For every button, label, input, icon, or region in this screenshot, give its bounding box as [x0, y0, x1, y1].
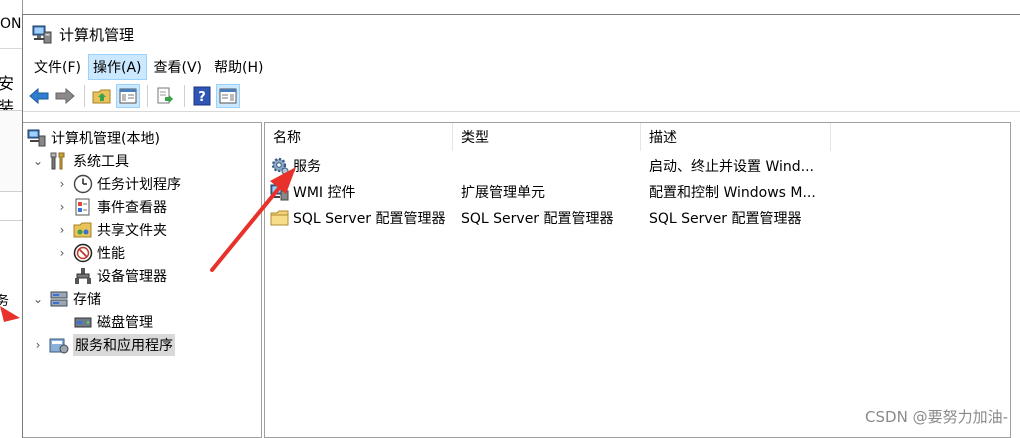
chevron-right-icon[interactable]: ›	[55, 177, 69, 191]
column-header-name[interactable]: 名称	[265, 123, 453, 151]
background-window: ON 安装 务	[0, 0, 23, 437]
device-manager-icon	[75, 268, 91, 284]
cell-name: SQL Server 配置管理器	[270, 205, 453, 231]
menu-action[interactable]: 操作(A)	[87, 54, 147, 80]
help-button[interactable]: ?	[190, 84, 214, 108]
background-window-title: ON	[0, 16, 22, 32]
tree-item-computer-management-local[interactable]: 计算机管理(本地)	[27, 127, 160, 149]
tree-item-event-viewer[interactable]: › 事件查看器	[55, 196, 167, 218]
tree-item-label: 共享文件夹	[97, 223, 167, 239]
toolbar: ?	[23, 81, 1020, 112]
console-tree: 计算机管理(本地) ⌄ 系统工具 › 任务计划程序 › 事件查看器 › 共享文件…	[23, 122, 262, 438]
chevron-right-icon[interactable]: ›	[55, 200, 69, 214]
list-header: 名称 类型 描述	[265, 123, 1010, 151]
tree-item-system-tools[interactable]: ⌄ 系统工具	[31, 150, 129, 172]
list-row-wmi-control[interactable]: WMI 控件 扩展管理单元 配置和控制 Windows M...	[265, 179, 1010, 205]
cell-description: SQL Server 配置管理器	[649, 211, 802, 227]
list-row-services[interactable]: 服务 启动、终止并设置 Wind...	[265, 153, 1010, 179]
tree-item-performance[interactable]: › 性能	[55, 242, 125, 264]
help-icon: ?	[193, 86, 211, 106]
tree-item-shared-folders[interactable]: › 共享文件夹	[55, 219, 167, 241]
chevron-right-icon[interactable]: ›	[55, 246, 69, 260]
clock-icon	[73, 174, 93, 194]
event-log-icon	[75, 198, 90, 216]
tree-item-label: 事件查看器	[97, 200, 167, 216]
chevron-down-icon[interactable]: ⌄	[31, 292, 45, 306]
tree-item-storage[interactable]: ⌄ 存储	[31, 288, 101, 310]
chevron-right-icon[interactable]: ›	[55, 223, 69, 237]
menu-file[interactable]: 文件(F)	[29, 54, 86, 80]
tree-item-label: 设备管理器	[97, 269, 167, 285]
performance-icon	[73, 243, 93, 263]
forward-button[interactable]	[53, 84, 77, 108]
content-area: 计算机管理(本地) ⌄ 系统工具 › 任务计划程序 › 事件查看器 › 共享文件…	[23, 119, 1020, 438]
show-hide-console-tree-button[interactable]	[116, 84, 140, 108]
services-applications-icon	[49, 338, 69, 354]
details-list: 名称 类型 描述 服务 启动、终止并设置 Wind... WMI 控件 扩展管理…	[264, 122, 1011, 438]
tree-item-disk-management[interactable]: 磁盘管理	[73, 311, 153, 333]
chevron-down-icon[interactable]: ⌄	[31, 154, 45, 168]
column-header-type[interactable]: 类型	[453, 123, 641, 151]
menu-bar: 文件(F) 操作(A) 查看(V) 帮助(H)	[23, 53, 1020, 81]
column-header-description[interactable]: 描述	[641, 123, 831, 151]
computer-management-icon	[32, 25, 52, 44]
background-divider	[0, 48, 22, 49]
title-bar[interactable]: 计算机管理	[23, 15, 1020, 53]
tools-icon	[50, 152, 65, 170]
tree-item-label: 任务计划程序	[97, 177, 181, 193]
back-arrow-icon	[29, 88, 49, 104]
svg-text:?: ?	[198, 90, 206, 105]
computer-management-window: 计算机管理 文件(F) 操作(A) 查看(V) 帮助(H) ? 计算机管理(本地…	[22, 14, 1020, 438]
shared-folder-icon	[73, 222, 92, 238]
tree-item-label: 性能	[97, 246, 125, 262]
cell-name: 服务	[270, 153, 453, 179]
cell-name: WMI 控件	[270, 179, 453, 205]
cell-type: 扩展管理单元	[461, 185, 545, 201]
export-list-icon	[157, 87, 173, 104]
tree-item-device-manager[interactable]: 设备管理器	[73, 265, 167, 287]
storage-icon	[50, 291, 68, 307]
background-window-side-text: 务	[0, 290, 9, 309]
background-panel	[0, 110, 22, 192]
background-divider	[0, 220, 22, 221]
cell-description: 配置和控制 Windows M...	[649, 185, 816, 201]
back-button[interactable]	[27, 84, 51, 108]
tree-item-services-and-applications[interactable]: › 服务和应用程序	[31, 334, 175, 356]
forward-arrow-icon	[55, 88, 75, 104]
chevron-right-icon[interactable]: ›	[31, 338, 45, 352]
list-row-sql-server-config[interactable]: SQL Server 配置管理器 SQL Server 配置管理器 SQL Se…	[265, 205, 1010, 231]
show-hide-tree-icon	[119, 88, 137, 104]
menu-view[interactable]: 查看(V)	[149, 54, 208, 80]
toolbar-separator	[184, 85, 185, 107]
toolbar-separator	[84, 85, 85, 107]
action-pane-icon	[219, 88, 237, 104]
wmi-name: WMI 控件	[293, 185, 356, 201]
service-name: 服务	[293, 159, 321, 175]
tree-item-task-scheduler[interactable]: › 任务计划程序	[55, 173, 181, 195]
watermark: CSDN @要努力加油-	[865, 408, 1008, 426]
sql-server-name: SQL Server 配置管理器	[293, 211, 446, 227]
gear-icon	[271, 157, 289, 175]
cell-type: SQL Server 配置管理器	[461, 211, 614, 227]
toolbar-separator	[147, 85, 148, 107]
window-title: 计算机管理	[59, 25, 135, 44]
up-folder-icon	[92, 89, 111, 104]
tree-item-label: 系统工具	[73, 154, 129, 170]
menu-help[interactable]: 帮助(H)	[209, 54, 268, 80]
show-hide-action-pane-button[interactable]	[216, 84, 240, 108]
computer-management-icon	[27, 129, 46, 147]
export-list-button[interactable]	[153, 84, 177, 108]
folder-icon	[270, 210, 289, 226]
up-one-level-button[interactable]	[90, 84, 114, 108]
cell-description: 启动、终止并设置 Wind...	[649, 159, 814, 175]
tree-item-label: 磁盘管理	[97, 315, 153, 331]
disk-icon	[74, 317, 92, 328]
tree-item-label: 存储	[73, 292, 101, 308]
cell-type	[461, 153, 641, 179]
wmi-control-icon	[270, 184, 289, 201]
tree-item-label: 计算机管理(本地)	[51, 131, 160, 147]
tree-item-label: 服务和应用程序	[73, 334, 175, 356]
